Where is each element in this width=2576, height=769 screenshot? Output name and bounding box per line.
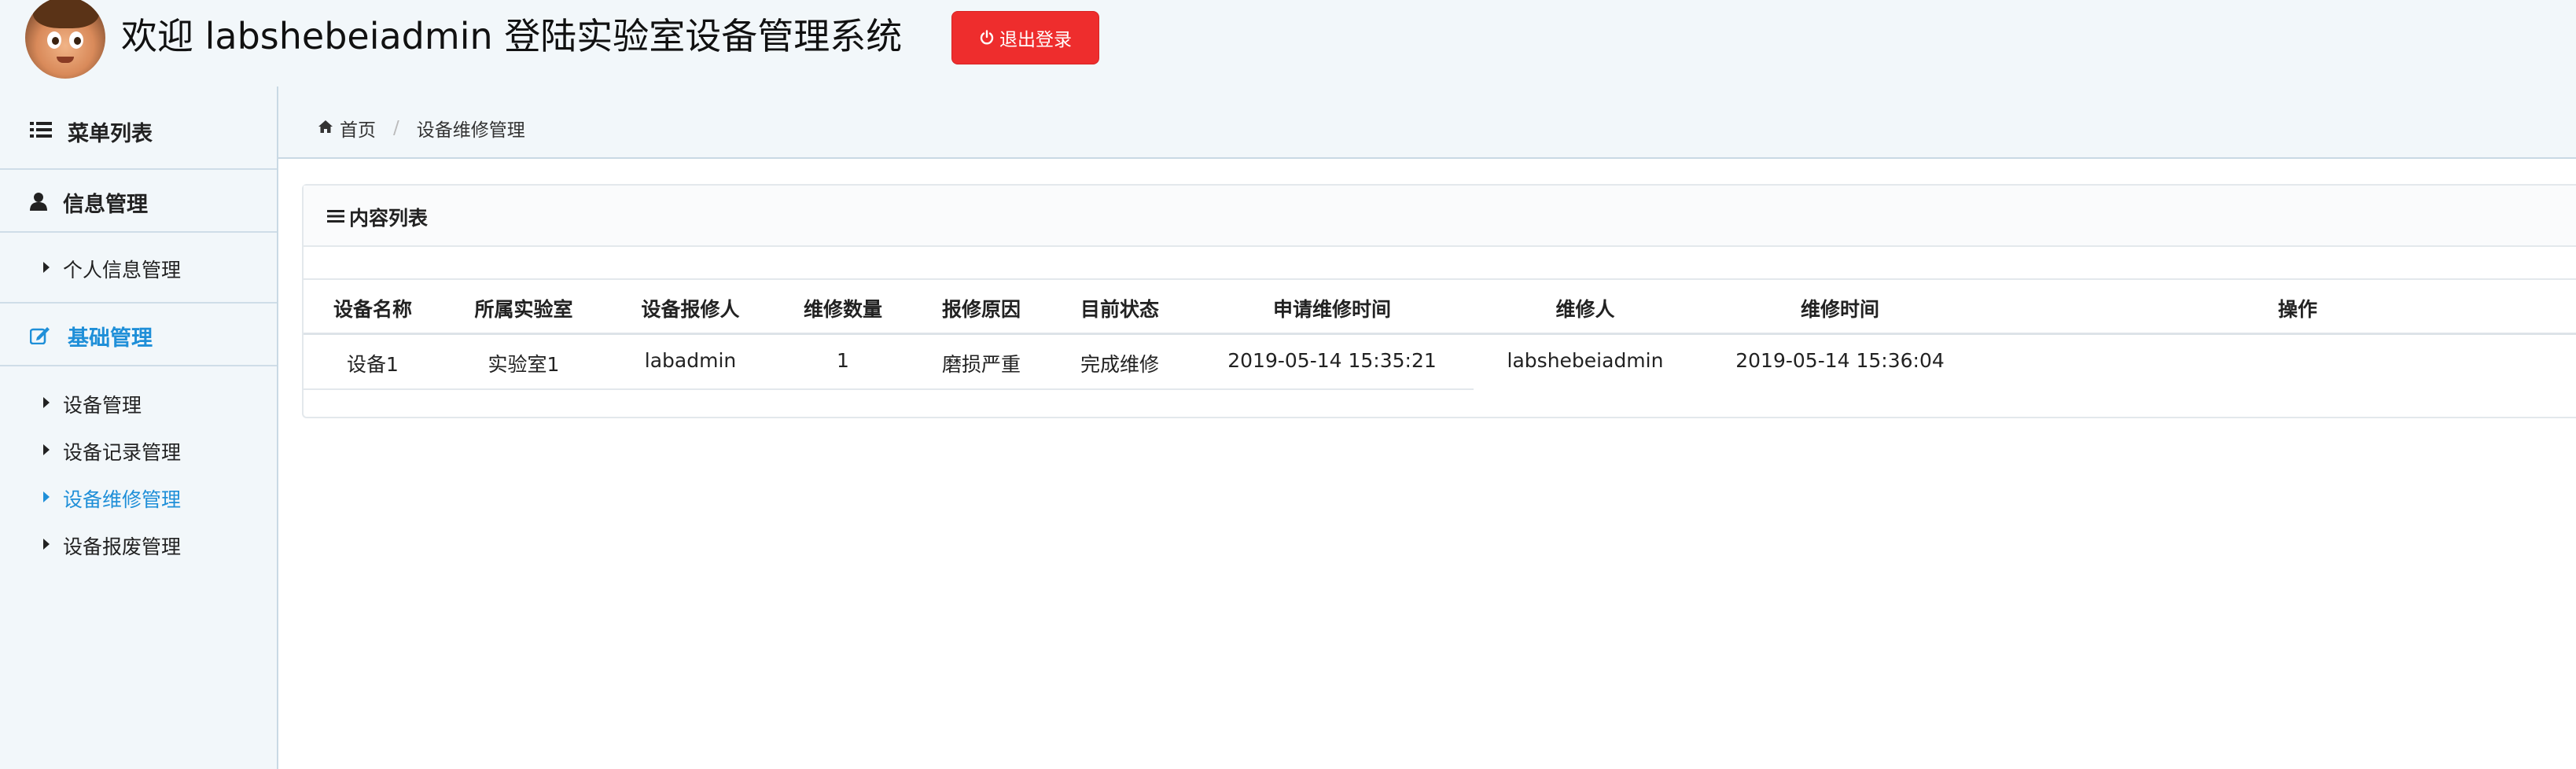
- power-icon: [979, 30, 995, 46]
- caret-right-icon: [42, 396, 50, 412]
- bars-icon: [327, 209, 344, 226]
- table-cell: 2019-05-14 15:35:21: [1227, 349, 1437, 372]
- sidebar: 菜单列表 信息管理 个人信息管理 基础管理 设备管理 设备记录管理 设备维修管理…: [0, 86, 278, 769]
- column-header: 目前状态: [1080, 298, 1160, 321]
- column-header: 报修原因: [941, 298, 1021, 321]
- sidebar-section-label: 信息管理: [63, 193, 148, 217]
- avatar: [25, 0, 105, 79]
- column-header: 维修时间: [1800, 298, 1880, 321]
- table-cell: 2019-05-14 15:36:04: [1735, 349, 1945, 372]
- logout-label: 退出登录: [999, 30, 1072, 50]
- table-cell: 完成维修: [1080, 353, 1160, 376]
- panel-title: 内容列表: [349, 207, 429, 230]
- breadcrumb-home-link[interactable]: 首页: [340, 115, 376, 142]
- column-header: 设备报修人: [641, 298, 740, 321]
- column-header: 维修数量: [803, 298, 883, 321]
- sidebar-item-device-repair[interactable]: 设备维修管理: [0, 475, 277, 519]
- table-header: 设备名称 所属实验室 设备报修人 维修数量 报修原因 目前状态 申请维修时间 维…: [304, 280, 2576, 335]
- header: 欢迎 labshebeiadmin 登陆实验室设备管理系统 退出登录: [0, 0, 2576, 86]
- breadcrumb-current: 设备维修管理: [416, 120, 525, 141]
- sidebar-section-label: 基础管理: [68, 326, 153, 351]
- sidebar-item-profile[interactable]: 个人信息管理: [0, 245, 277, 289]
- column-header: 维修人: [1555, 298, 1615, 321]
- column-header: 申请维修时间: [1272, 298, 1392, 321]
- sidebar-item-device-scrap[interactable]: 设备报废管理: [0, 522, 277, 566]
- caret-right-icon: [42, 261, 50, 277]
- table-cell: 实验室1: [488, 353, 560, 376]
- logout-button[interactable]: 退出登录: [951, 11, 1099, 64]
- sidebar-item-label: 设备维修管理: [63, 488, 182, 511]
- column-header: 所属实验室: [474, 298, 573, 321]
- home-icon: [318, 118, 333, 138]
- table-cell: 设备1: [347, 353, 399, 376]
- page-title: 欢迎 labshebeiadmin 登陆实验室设备管理系统: [121, 15, 903, 57]
- table-cell: labshebeiadmin: [1507, 349, 1664, 372]
- breadcrumb-separator: /: [393, 118, 399, 138]
- menu-header: 菜单列表: [0, 86, 277, 170]
- caret-right-icon: [42, 538, 50, 554]
- sidebar-section-basic[interactable]: 基础管理: [0, 302, 277, 366]
- user-icon: [30, 192, 47, 214]
- sidebar-item-label: 设备记录管理: [63, 441, 182, 464]
- sidebar-item-label: 设备管理: [63, 394, 142, 417]
- column-header: 操作: [2277, 298, 2318, 321]
- sidebar-section-info[interactable]: 信息管理: [0, 170, 277, 233]
- edit-icon: [29, 326, 50, 348]
- panel-heading: 内容列表: [304, 186, 2576, 247]
- table-cell: labadmin: [644, 349, 737, 372]
- sidebar-item-label: 设备报废管理: [63, 535, 182, 558]
- table-cell: 磨损严重: [941, 353, 1021, 376]
- sidebar-item-label: 个人信息管理: [63, 259, 182, 281]
- caret-right-icon: [42, 443, 50, 459]
- table-cell: 1: [837, 349, 849, 372]
- column-header: 设备名称: [333, 298, 413, 321]
- breadcrumb: 首页 / 设备维修管理: [318, 115, 525, 142]
- menu-title: 菜单列表: [68, 122, 153, 146]
- list-icon: [30, 121, 52, 142]
- content-panel: 内容列表 设备名称 所属实验室 设备报修人 维修数量 报修原因 目前状态 申请维…: [302, 184, 2576, 418]
- main-content: 内容列表 设备名称 所属实验室 设备报修人 维修数量 报修原因 目前状态 申请维…: [278, 157, 2576, 769]
- caret-right-icon: [42, 491, 50, 506]
- sidebar-item-device[interactable]: 设备管理: [0, 381, 277, 425]
- sidebar-item-device-records[interactable]: 设备记录管理: [0, 428, 277, 472]
